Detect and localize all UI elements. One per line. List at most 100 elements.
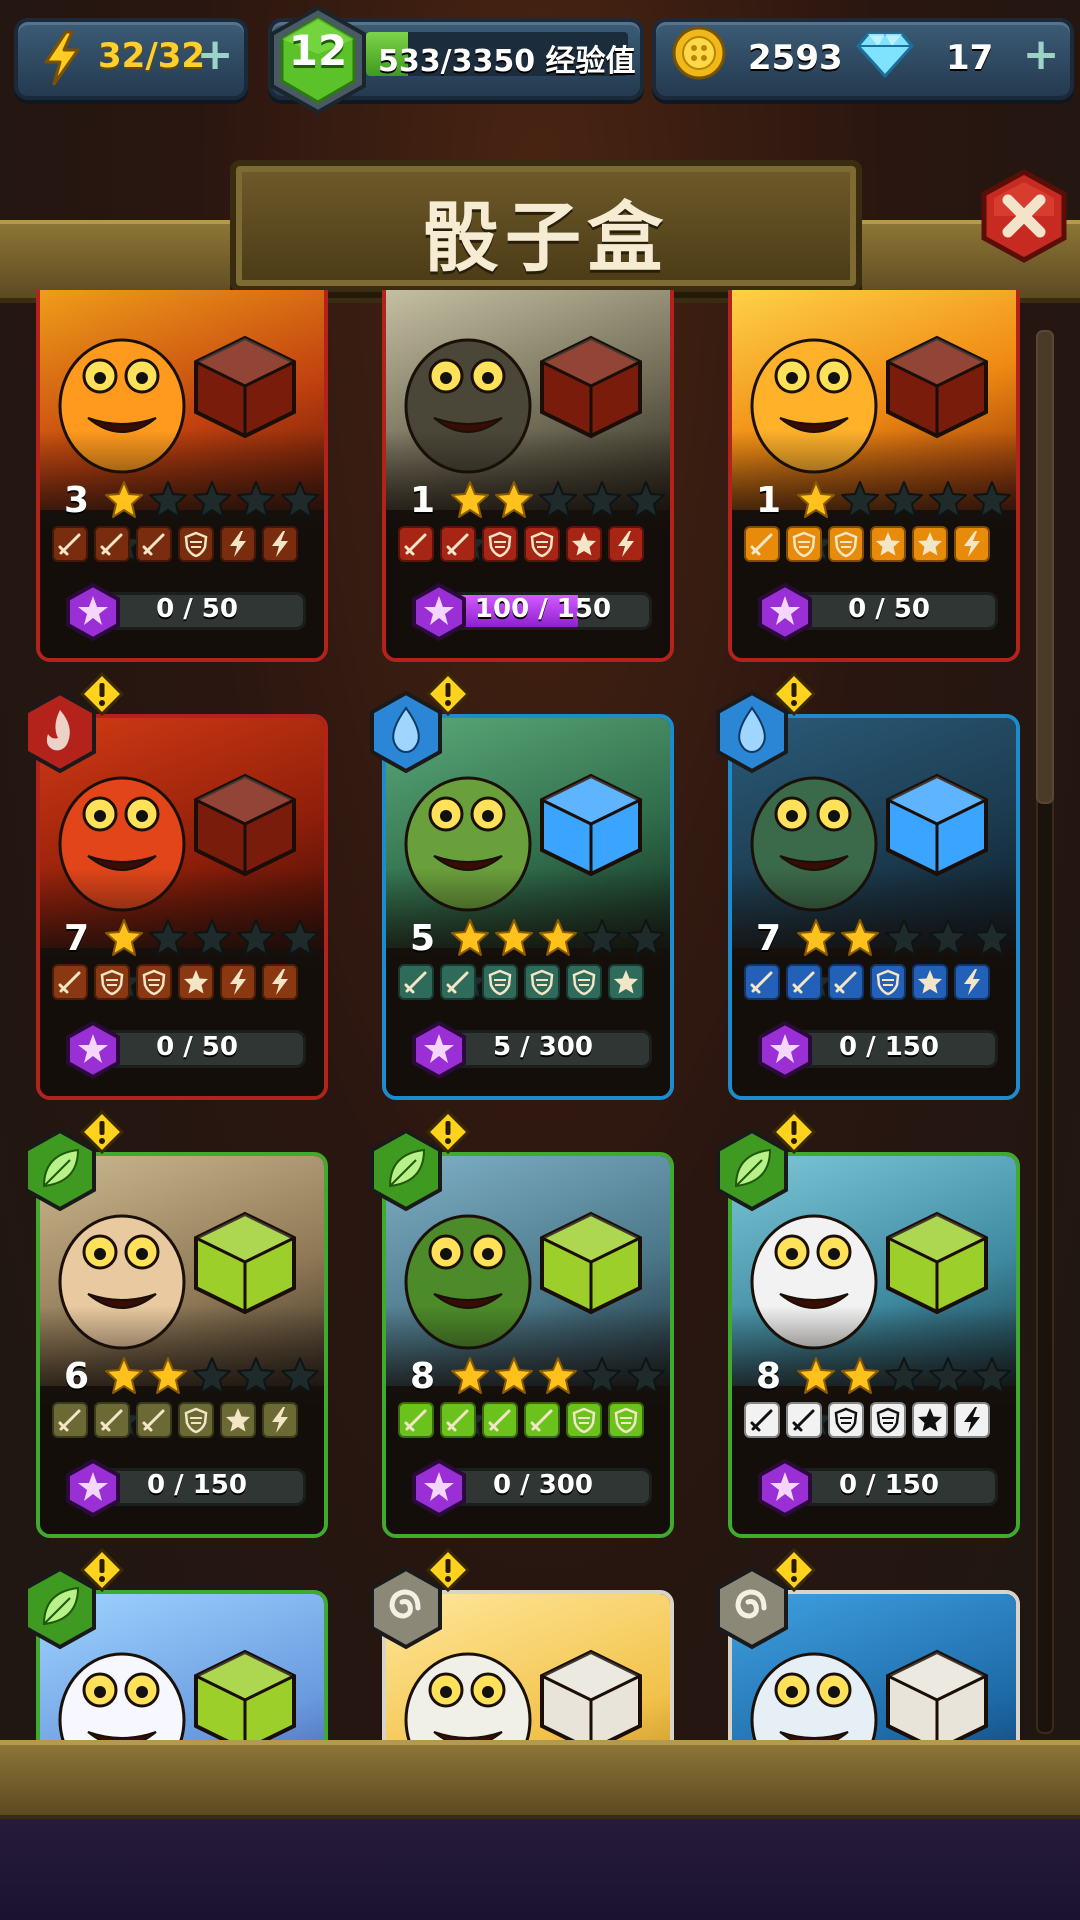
lightning-icon: [44, 30, 80, 86]
purple-star-gem-icon: [66, 582, 120, 642]
star-empty-icon: [973, 1357, 1011, 1394]
sword-face-icon: [398, 526, 434, 562]
dice-card-phoenix[interactable]: 10 / 50: [728, 290, 1020, 662]
shield-face-icon: [482, 526, 518, 562]
shield-face-icon: [870, 1402, 906, 1438]
dice-faces: [52, 1402, 304, 1442]
sword-face-icon: [482, 1402, 518, 1438]
alert-icon: [772, 672, 816, 716]
alert-icon: [772, 1110, 816, 1154]
star-filled-icon: [495, 1357, 533, 1394]
sword-face-icon: [744, 964, 780, 1000]
energy-value: 32/32: [98, 36, 206, 76]
purple-star-gem-icon: [412, 1020, 466, 1080]
sword-face-icon: [440, 1402, 476, 1438]
dice-faces: [52, 526, 304, 566]
star-filled-icon: [451, 481, 489, 518]
star-face-icon: [178, 964, 214, 1000]
star-face-icon: [870, 526, 906, 562]
star-filled-icon: [841, 919, 879, 956]
star-empty-icon: [583, 481, 621, 518]
sword-face-icon: [524, 1402, 560, 1438]
sword-face-icon: [94, 1402, 130, 1438]
dice-card-werewolf[interactable]: 1 100 / 150: [382, 290, 674, 662]
dice-faces: [52, 964, 304, 1004]
alert-icon: [80, 1110, 124, 1154]
close-button[interactable]: [976, 168, 1072, 264]
star-rating: [796, 918, 1016, 1000]
star-filled-icon: [841, 1357, 879, 1394]
dice-icon: [194, 1649, 296, 1742]
star-empty-icon: [149, 919, 187, 956]
bolt-face-icon: [262, 526, 298, 562]
dice-faces: [744, 1402, 996, 1442]
star-empty-icon: [885, 1357, 923, 1394]
sword-face-icon: [94, 526, 130, 562]
card-level: 7: [756, 918, 782, 959]
sword-face-icon: [136, 1402, 172, 1438]
star-empty-icon: [539, 481, 577, 518]
sword-face-icon: [398, 964, 434, 1000]
star-filled-icon: [149, 1357, 187, 1394]
card-level: 5: [410, 918, 436, 959]
star-face-icon: [912, 1402, 948, 1438]
shield-face-icon: [828, 1402, 864, 1438]
star-face-icon: [912, 526, 948, 562]
star-filled-icon: [495, 481, 533, 518]
dice-icon: [194, 773, 296, 877]
star-empty-icon: [627, 919, 665, 956]
star-empty-icon: [193, 1357, 231, 1394]
purple-star-gem-icon: [412, 1458, 466, 1518]
dice-card-list[interactable]: 30 / 50 1 100 / 150 1 0 / 50 7 0 / 50 5 5 / 300 7…: [28, 290, 1038, 1742]
star-filled-icon: [797, 919, 835, 956]
dice-icon: [886, 773, 988, 877]
star-rating: [104, 918, 324, 1000]
sword-face-icon: [52, 526, 88, 562]
star-filled-icon: [797, 1357, 835, 1394]
sword-face-icon: [136, 526, 172, 562]
star-empty-icon: [885, 919, 923, 956]
star-empty-icon: [281, 481, 319, 518]
dice-card-flame-monster[interactable]: 30 / 50: [36, 290, 328, 662]
shield-face-icon: [524, 964, 560, 1000]
dice-icon: [886, 1211, 988, 1315]
sword-face-icon: [786, 1402, 822, 1438]
shield-face-icon: [94, 964, 130, 1000]
xp-text: 533/3350 经验值: [378, 44, 636, 79]
sword-face-icon: [52, 1402, 88, 1438]
star-empty-icon: [885, 481, 923, 518]
sword-face-icon: [744, 526, 780, 562]
gem-count: 17: [946, 38, 994, 78]
sword-face-icon: [786, 964, 822, 1000]
alert-icon: [772, 1548, 816, 1592]
shield-face-icon: [828, 526, 864, 562]
star-face-icon: [220, 1402, 256, 1438]
dice-faces: [744, 964, 996, 1004]
star-rating: [104, 480, 324, 562]
dice-icon: [540, 773, 642, 877]
shield-face-icon: [136, 964, 172, 1000]
card-level: 1: [410, 480, 436, 521]
card-level: 3: [64, 480, 90, 521]
bolt-face-icon: [608, 526, 644, 562]
star-filled-icon: [797, 481, 835, 518]
star-empty-icon: [929, 481, 967, 518]
star-filled-icon: [105, 919, 143, 956]
alert-icon: [426, 1548, 470, 1592]
star-filled-icon: [495, 919, 533, 956]
alert-icon: [80, 1548, 124, 1592]
shield-face-icon: [178, 1402, 214, 1438]
add-gems-button[interactable]: +: [1022, 33, 1060, 77]
star-empty-icon: [193, 481, 231, 518]
star-empty-icon: [973, 919, 1011, 956]
star-empty-icon: [583, 919, 621, 956]
bolt-face-icon: [220, 526, 256, 562]
dice-faces: [398, 1402, 650, 1442]
scrollbar-thumb[interactable]: [1036, 330, 1054, 804]
add-energy-button[interactable]: +: [196, 33, 234, 77]
card-level: 7: [64, 918, 90, 959]
card-level: 8: [410, 1356, 436, 1397]
star-face-icon: [566, 526, 602, 562]
dice-faces: [744, 526, 996, 566]
purple-star-gem-icon: [758, 1458, 812, 1518]
